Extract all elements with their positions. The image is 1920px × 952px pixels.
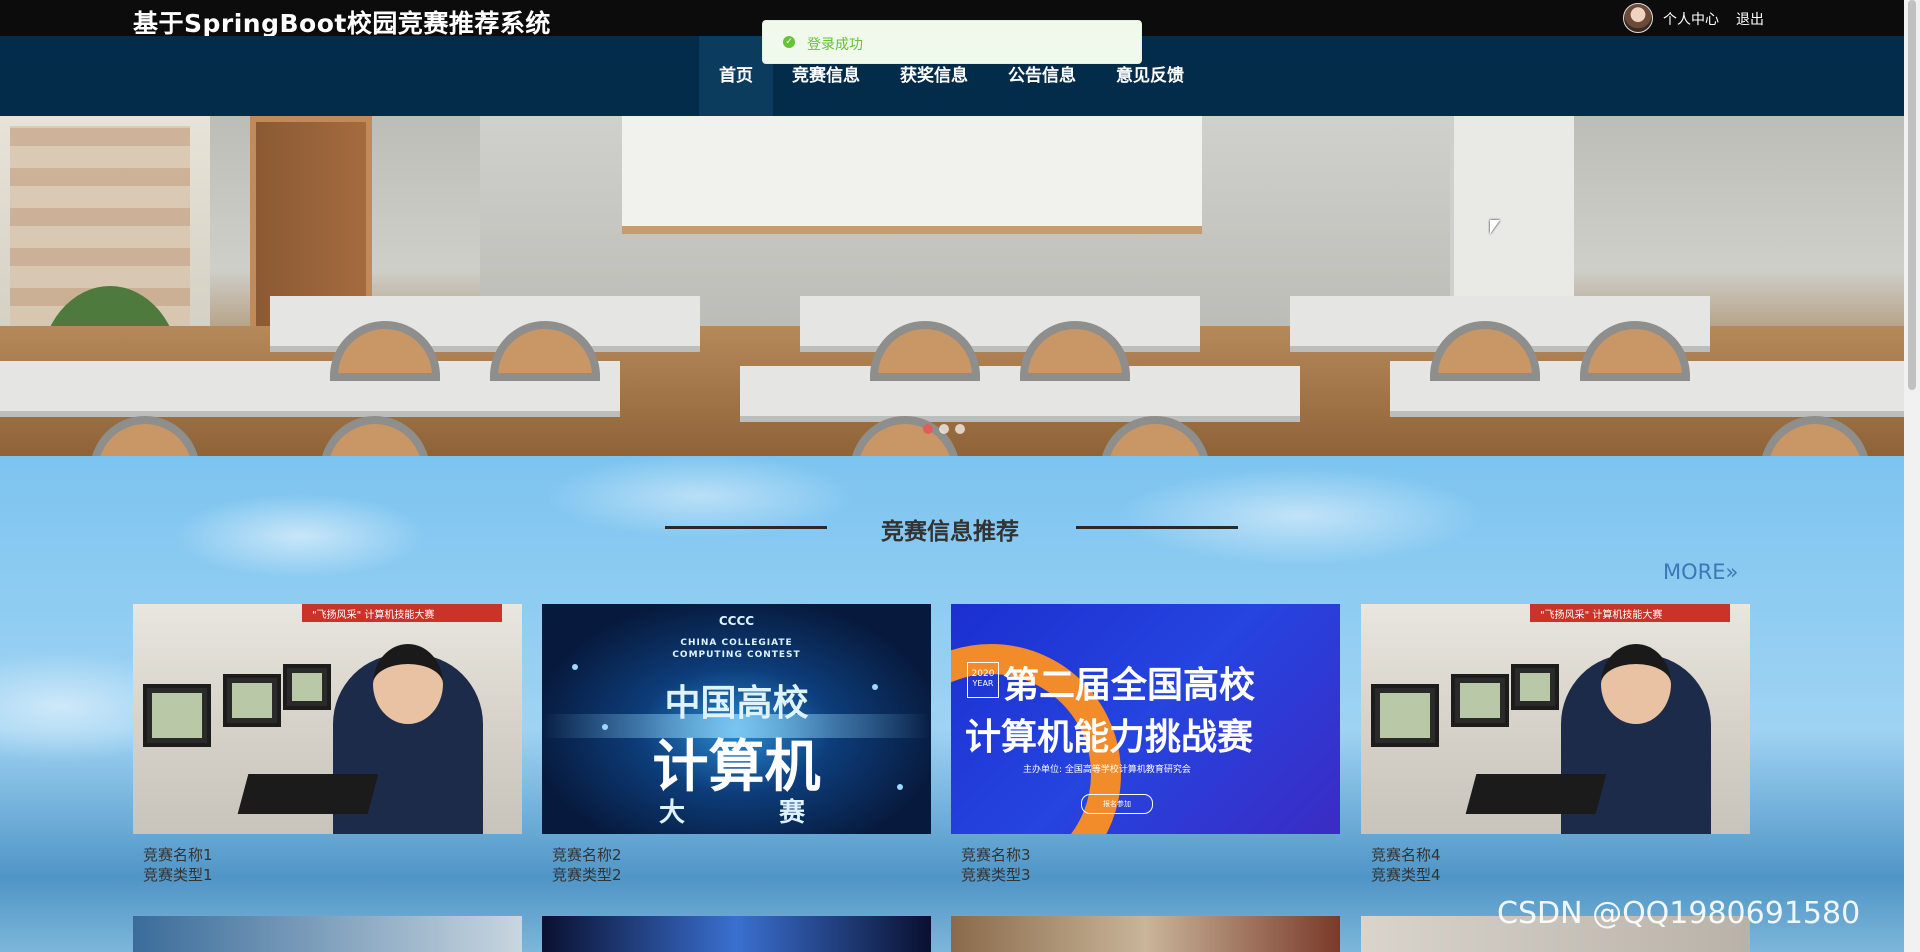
monitor <box>1451 674 1509 727</box>
title-divider-right <box>1076 526 1238 529</box>
monitor <box>283 664 331 710</box>
challenge-line-1: 第二届全国高校 <box>1003 665 1256 706</box>
classroom-door-white <box>1450 116 1574 296</box>
carousel-dot-2[interactable] <box>939 424 949 434</box>
competition-name[interactable]: 竞赛名称4 <box>1371 844 1441 865</box>
year-number: 2020 <box>971 669 995 679</box>
ccc-cn-line-2: 计算机 <box>652 735 821 800</box>
scrollbar-thumb[interactable] <box>1908 0 1916 390</box>
page-scrollbar[interactable] <box>1904 0 1920 952</box>
carousel-dot-3[interactable] <box>955 424 965 434</box>
competition-card-2[interactable]: CCCC CHINA COLLEGIATE COMPUTING CONTEST … <box>542 604 931 884</box>
toast-message: 登录成功 <box>807 37 863 53</box>
ccc-cn-line-4: 赛 <box>778 798 805 828</box>
competition-type: 竞赛类型4 <box>1371 866 1441 884</box>
competition-card-4[interactable]: "飞扬风采" 计算机技能大赛 竞赛名称4 竞赛类型4 <box>1361 604 1750 884</box>
site-title: 基于SpringBoot校园竞赛推荐系统 <box>133 9 551 38</box>
challenge-line-2: 计算机能力挑战赛 <box>965 717 1254 758</box>
competition-image[interactable]: CCCC CHINA COLLEGIATE COMPUTING CONTEST … <box>542 604 931 834</box>
monitor <box>143 684 211 747</box>
student-head <box>1601 644 1671 724</box>
competition-image[interactable]: "飞扬风采" 计算机技能大赛 <box>1361 604 1750 834</box>
competition-card-partial[interactable] <box>133 916 522 952</box>
ccc-en-line-2: COMPUTING CONTEST <box>672 650 801 660</box>
title-divider-left <box>665 526 827 529</box>
lab-banner-text: "飞扬风采" 计算机技能大赛 <box>1540 610 1663 621</box>
classroom-desk <box>800 296 1200 352</box>
competition-name[interactable]: 竞赛名称3 <box>961 844 1031 865</box>
competition-recommend-section: 竞赛信息推荐 MORE» "飞扬风采" 计算机技能大赛 竞赛名称1 竞赛类型1 … <box>0 456 1904 952</box>
competition-card-partial[interactable] <box>542 916 931 952</box>
ccc-logo: CCCC <box>718 614 755 628</box>
student-head <box>373 644 443 724</box>
login-success-toast: ✓ 登录成功 <box>762 20 1142 64</box>
ccc-en-line-1: CHINA COLLEGIATE <box>680 638 793 648</box>
ccc-cn-line-3: 大 <box>658 798 685 828</box>
whiteboard <box>622 116 1202 234</box>
hero-carousel[interactable] <box>0 116 1904 456</box>
ccc-cn-line-1: 中国高校 <box>664 683 809 724</box>
classroom-desk <box>270 296 700 352</box>
more-link[interactable]: MORE» <box>1663 560 1738 584</box>
csdn-watermark: CSDN @QQ1980691580 <box>1497 896 1861 931</box>
user-center-link[interactable]: 个人中心 <box>1663 9 1719 29</box>
challenge-signup-button: 报名参加 <box>1081 794 1153 814</box>
lab-banner: "飞扬风采" 计算机技能大赛 <box>1530 604 1730 622</box>
competition-card-1[interactable]: "飞扬风采" 计算机技能大赛 竞赛名称1 竞赛类型1 <box>133 604 522 884</box>
year-badge: 2020 YEAR <box>967 662 999 698</box>
avatar[interactable] <box>1623 3 1653 33</box>
monitor <box>1371 684 1439 747</box>
lab-banner: "飞扬风采" 计算机技能大赛 <box>302 604 502 622</box>
competition-card-partial[interactable] <box>951 916 1340 952</box>
section-title: 竞赛信息推荐 <box>881 519 1019 545</box>
competition-image[interactable]: 2020 YEAR 第二届全国高校 计算机能力挑战赛 主办单位: 全国高等学校计… <box>951 604 1340 834</box>
success-check-icon: ✓ <box>783 36 795 48</box>
more-label: MORE <box>1663 560 1726 584</box>
monitor <box>1511 664 1559 710</box>
competition-image[interactable]: "飞扬风采" 计算机技能大赛 <box>133 604 522 834</box>
keyboard <box>1465 774 1607 814</box>
keyboard <box>237 774 379 814</box>
competition-name[interactable]: 竞赛名称1 <box>143 844 213 865</box>
logout-link[interactable]: 退出 <box>1736 9 1764 29</box>
carousel-dot-1[interactable] <box>923 424 933 434</box>
lab-banner-text: "飞扬风采" 计算机技能大赛 <box>312 610 435 621</box>
network-node <box>572 664 578 670</box>
competition-type: 竞赛类型2 <box>552 866 622 884</box>
competition-type: 竞赛类型3 <box>961 866 1031 884</box>
double-chevron-right-icon: » <box>1725 560 1739 584</box>
year-label: YEAR <box>972 679 994 688</box>
competition-card-3[interactable]: 2020 YEAR 第二届全国高校 计算机能力挑战赛 主办单位: 全国高等学校计… <box>951 604 1340 884</box>
mouse-cursor-icon <box>1490 220 1500 234</box>
competition-type: 竞赛类型1 <box>143 866 213 884</box>
monitor <box>223 674 281 727</box>
challenge-organizer: 主办单位: 全国高等学校计算机教育研究会 <box>1023 765 1191 775</box>
competition-name[interactable]: 竞赛名称2 <box>552 844 622 865</box>
